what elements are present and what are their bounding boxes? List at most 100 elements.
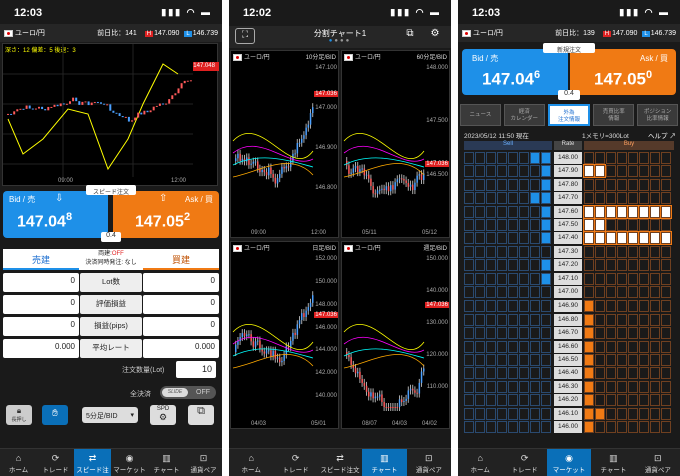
buy-cell xyxy=(584,152,594,164)
candle xyxy=(272,350,274,357)
buy-cell xyxy=(617,354,627,366)
current-price-tag: 147.036 xyxy=(314,312,338,318)
tab-icon: ▥ xyxy=(380,453,389,463)
spd-settings-button[interactable]: SPD ⚙︎ xyxy=(150,405,176,425)
tab-マーケット[interactable]: ◉ マーケット xyxy=(111,449,148,476)
sell-cell xyxy=(464,354,474,366)
long-press-button[interactable]: 🔒︎ 長押し xyxy=(6,405,32,425)
rate-cell: 147.70 xyxy=(554,192,582,205)
info-tab[interactable]: ポジション 比率情報 xyxy=(637,104,678,126)
speed-order-screen: 12:03 ▮▮▮ ◠ ▬ ユーロ/円 前日比：141 H 147.090 L 14… xyxy=(0,0,222,476)
split-chart[interactable]: ユーロ/円 60分足/BID 148.000 147.500 146.500 05/11 0… xyxy=(341,50,450,238)
tab-label: ホーム xyxy=(241,467,261,474)
help-link[interactable]: ヘルプ ↗ xyxy=(648,130,676,140)
buy-cell xyxy=(661,272,671,285)
signal-wifi-battery-icon: ▮▮▮ ◠ ▬ xyxy=(619,7,670,17)
y-axis-label: 130.000 xyxy=(426,320,448,326)
buy-cell xyxy=(650,165,660,178)
buy-cell xyxy=(661,219,671,231)
layout-switch-icon[interactable]: ⧉ xyxy=(188,405,214,425)
sell-cell xyxy=(541,300,551,313)
settle-slider[interactable]: SLIDE OFF xyxy=(160,386,216,399)
info-tab[interactable]: 売買比率 情報 xyxy=(593,104,635,126)
ladder-row: 147.70 xyxy=(464,192,674,205)
settings-gear-icon[interactable]: ⚙︎ xyxy=(425,28,445,44)
ask-buy-button[interactable]: Ask / 買 ⇧ 147.052 xyxy=(113,191,219,238)
sell-cell xyxy=(486,219,496,231)
tab-チャート[interactable]: ▥ チャート xyxy=(591,449,635,476)
tab-スピード注文[interactable]: ⇄ スピード注文 xyxy=(318,449,362,476)
tab-チャート[interactable]: ▥ チャート xyxy=(362,449,407,476)
tab-icon: ⊡ xyxy=(199,453,208,463)
sell-cell xyxy=(541,380,551,393)
sell-cell xyxy=(475,354,485,366)
y-axis-label: 147.500 xyxy=(426,118,448,125)
tab-ホーム[interactable]: ⌂ ホーム xyxy=(0,449,37,476)
tab-チャート[interactable]: ▥ チャート xyxy=(148,449,185,476)
info-tab[interactable]: ニュース xyxy=(460,104,501,126)
buy-cell xyxy=(661,394,671,407)
pair-header[interactable]: ユーロ/円 前日比：139 H 147.090 L 146.739 xyxy=(458,24,680,42)
tab-トレード[interactable]: ⟳ トレード xyxy=(37,449,74,476)
x-axis-label: 05/01 xyxy=(311,421,327,427)
split-chart[interactable]: ユーロ/円 日足/BID 152.000 150.000 148.000 146.000 1… xyxy=(230,241,339,429)
candle xyxy=(276,178,279,184)
price-chart[interactable]: 深さ：12 偏差：5 後退：3 147.048 09:00 12:00 xyxy=(2,43,219,186)
sell-cell xyxy=(530,394,540,407)
buy-cell xyxy=(606,300,616,313)
sell-cell xyxy=(464,327,474,340)
candle xyxy=(47,106,50,111)
sell-cell xyxy=(508,407,518,420)
tab-通貨ペア[interactable]: ⊡ 通貨ペア xyxy=(407,449,451,476)
speed-order-label: スピード注文 xyxy=(86,185,136,196)
sell-cell xyxy=(519,354,529,366)
buy-cell xyxy=(583,204,595,219)
tab-通貨ペア[interactable]: ⊡ 通貨ペア xyxy=(636,449,680,476)
bid-sell-button[interactable]: Bid / 売 ⇩ 147.048 xyxy=(3,191,108,238)
buy-header: 買建 xyxy=(143,249,219,270)
tab-トレード[interactable]: ⟳ トレード xyxy=(502,449,546,476)
split-chart[interactable]: ユーロ/円 10分足/BID 147.100 147.000 146.900 146.80… xyxy=(230,50,339,238)
rate-cell: 147.60 xyxy=(554,205,582,218)
buy-cell xyxy=(628,354,638,366)
sell-cell xyxy=(508,313,518,326)
up-arrow-icon: ⇧ xyxy=(159,193,168,204)
info-tab[interactable]: 経済 カレンダー xyxy=(503,104,545,126)
split-chart[interactable]: ユーロ/円 週足/BID 150.000 140.000 130.000 120.000 1… xyxy=(341,241,450,429)
tab-icon: ◉ xyxy=(565,453,573,463)
sell-cell xyxy=(541,192,551,205)
buy-cell xyxy=(650,272,660,285)
buy-cell xyxy=(606,327,616,340)
buy-cell xyxy=(606,407,616,420)
hand-icon[interactable]: ✋︎ xyxy=(42,405,68,425)
sell-cell xyxy=(530,367,540,380)
tab-通貨ペア[interactable]: ⊡ 通貨ペア xyxy=(185,449,222,476)
candle xyxy=(309,113,312,125)
candle xyxy=(387,407,390,408)
candle xyxy=(13,111,16,115)
timeframe-select[interactable]: 5分足/BID ▾ xyxy=(82,407,138,423)
pair-header[interactable]: ユーロ/円 前日比：141 H 147.090 L 146.739 xyxy=(0,24,222,42)
sell-cell xyxy=(519,394,529,407)
current-price-tag: 147.036 xyxy=(425,161,449,167)
sell-cell xyxy=(508,178,518,191)
tab-ホーム[interactable]: ⌂ ホーム xyxy=(229,449,273,476)
bid-sell-button[interactable]: Bid / 売 147.046 xyxy=(462,49,568,95)
buy-cell xyxy=(638,204,650,219)
tab-スピード注文[interactable]: ⇄ スピード注文 xyxy=(74,449,111,476)
candle xyxy=(363,168,366,176)
slide-off: OFF xyxy=(196,389,210,396)
tab-マーケット[interactable]: ◉ マーケット xyxy=(546,449,592,476)
current-price-tag: 147.036 xyxy=(425,302,449,308)
low-value: 146.739 xyxy=(650,30,676,37)
layout-icon[interactable]: ⧉ xyxy=(401,28,419,44)
tab-ホーム[interactable]: ⌂ ホーム xyxy=(458,449,502,476)
ask-buy-button[interactable]: Ask / 買 147.050 xyxy=(570,49,676,95)
tab-トレード[interactable]: ⟳ トレード xyxy=(273,449,317,476)
x-axis-label: 05/11 xyxy=(362,230,377,236)
sell-cell xyxy=(486,421,496,433)
candle xyxy=(361,168,363,170)
qty-input[interactable]: 10 xyxy=(176,361,216,378)
info-tab[interactable]: 外為 注文情報 xyxy=(547,104,591,126)
sell-cell xyxy=(519,259,529,272)
